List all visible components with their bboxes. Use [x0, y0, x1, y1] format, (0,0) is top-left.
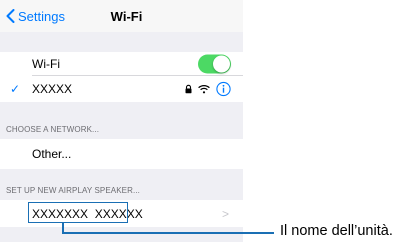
wifi-label: Wi-Fi: [32, 57, 60, 71]
other-network-label: Other...: [32, 147, 72, 161]
wifi-toggle-row: Wi-Fi: [0, 52, 243, 76]
network-name: XXXXX: [32, 82, 73, 96]
info-icon[interactable]: [216, 81, 231, 97]
airplay-speaker-header: SET UP NEW AIRPLAY SPEAKER...: [6, 186, 140, 195]
choose-network-header: CHOOSE A NETWORK...: [6, 125, 100, 134]
other-network-row[interactable]: Other...: [0, 139, 243, 169]
wifi-signal-icon: [198, 84, 210, 94]
checkmark-icon: ✓: [10, 82, 21, 96]
unit-name-highlight-box: [28, 202, 128, 223]
navigation-bar: Settings Wi-Fi: [0, 0, 243, 32]
wifi-toggle[interactable]: [198, 54, 231, 74]
chevron-right-icon: >: [221, 206, 229, 221]
network-status-icons: [185, 81, 231, 97]
connected-network-row[interactable]: ✓ XXXXX: [0, 76, 243, 102]
lock-icon: [185, 84, 192, 94]
page-title: Wi-Fi: [110, 9, 143, 24]
callout-line-horizontal: [62, 232, 274, 234]
toggle-knob: [213, 55, 230, 73]
callout-label: Il nome dell’unità.: [280, 223, 393, 239]
